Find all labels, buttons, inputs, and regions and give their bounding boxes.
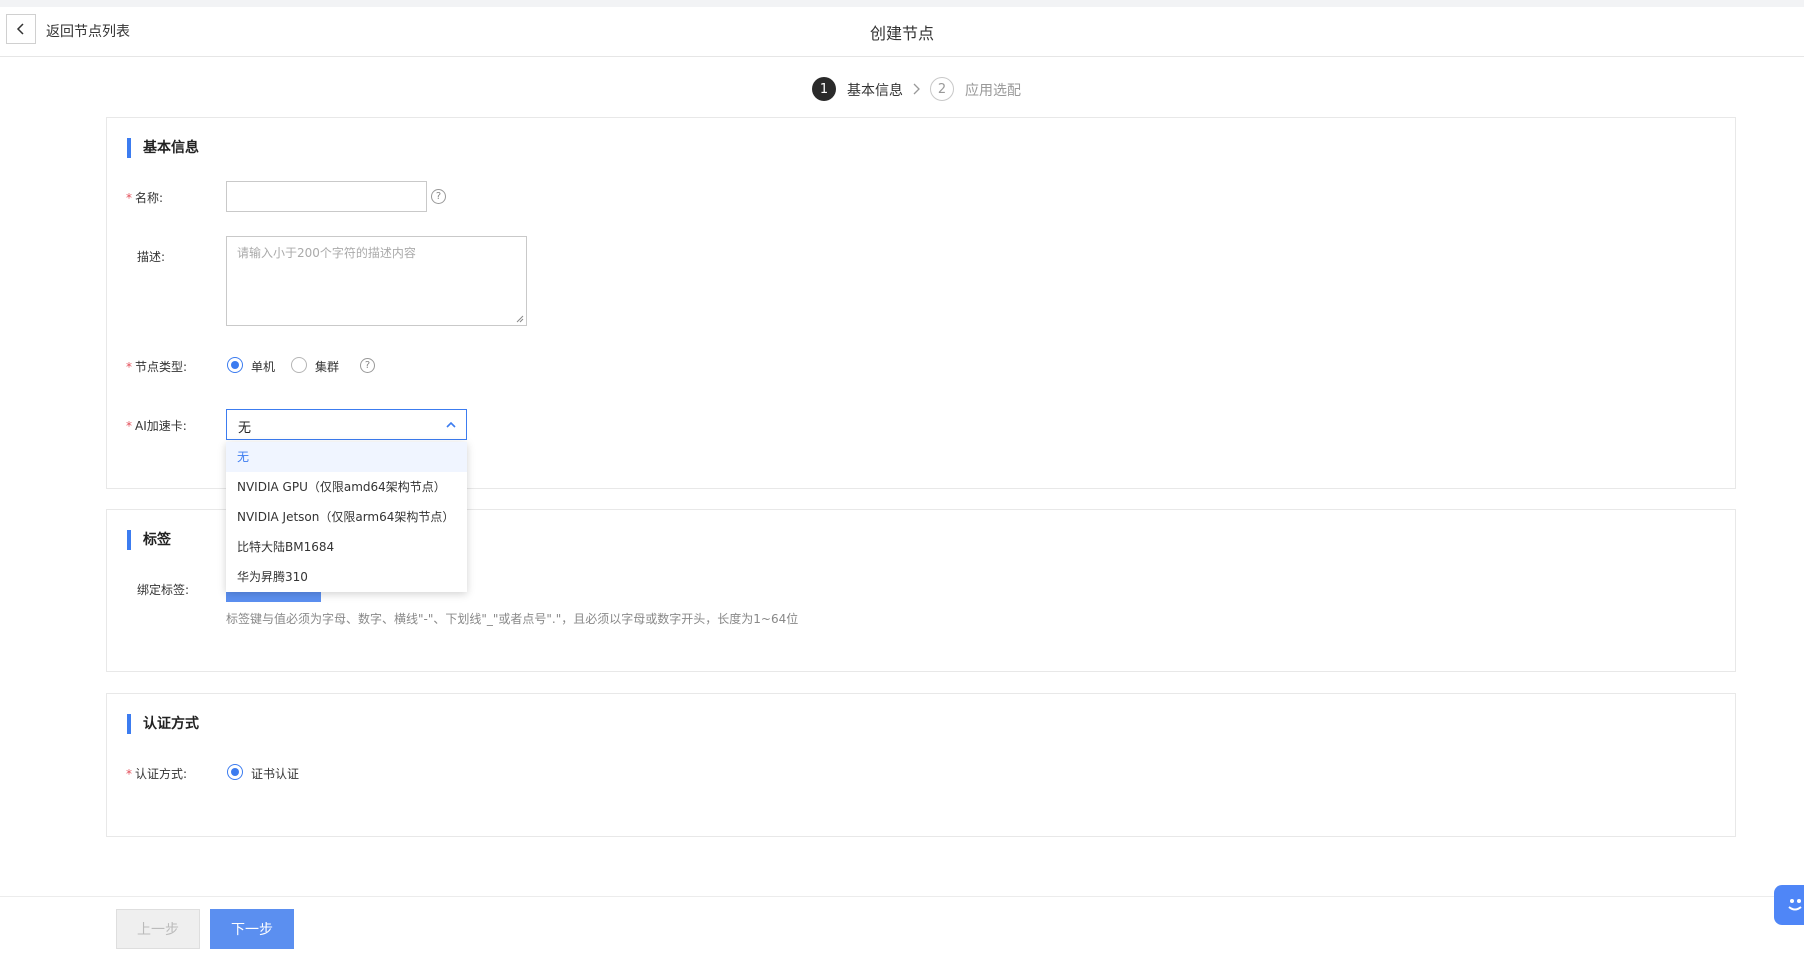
name-input[interactable] xyxy=(226,181,427,212)
description-label: 描述: xyxy=(137,250,166,264)
section-title-basic-info: 基本信息 xyxy=(127,138,199,158)
required-mark: * xyxy=(126,767,132,781)
section-title-tags: 标签 xyxy=(127,530,171,550)
ai-card-select[interactable]: 无 xyxy=(226,409,467,440)
dropdown-option[interactable]: 比特大陆BM1684 xyxy=(226,532,467,562)
help-icon[interactable]: ? xyxy=(431,189,446,204)
auth-method-label: * 认证方式: xyxy=(126,767,188,781)
step-1-number: 1 xyxy=(812,77,836,101)
required-mark: * xyxy=(126,419,132,433)
tag-hint: 标签键与值必须为字母、数字、横线"-"、下划线"_"或者点号"."，且必须以字母… xyxy=(226,612,799,626)
auth-card: 认证方式 xyxy=(106,693,1736,837)
radio-certificate-label: 证书认证 xyxy=(251,767,300,781)
help-icon[interactable]: ? xyxy=(360,358,375,373)
name-label: * 名称: xyxy=(126,191,164,205)
radio-certificate[interactable] xyxy=(227,764,243,780)
chat-widget-icon[interactable] xyxy=(1774,885,1804,925)
dropdown-option[interactable]: NVIDIA Jetson（仅限arm64架构节点） xyxy=(226,502,467,532)
section-title-auth: 认证方式 xyxy=(127,714,199,734)
stepper: 1 基本信息 2 应用选配 xyxy=(0,77,1804,101)
radio-cluster[interactable] xyxy=(291,357,307,373)
radio-cluster-label: 集群 xyxy=(315,360,340,374)
bind-tag-label: 绑定标签: xyxy=(137,583,190,597)
description-textarea[interactable]: 请输入小于200个字符的描述内容 xyxy=(226,236,527,326)
dropdown-option[interactable]: 华为昇腾310 xyxy=(226,562,467,592)
step-2-number: 2 xyxy=(930,77,954,101)
dropdown-option[interactable]: NVIDIA GPU（仅限amd64架构节点） xyxy=(226,472,467,502)
dropdown-option[interactable]: 无 xyxy=(226,442,467,472)
chevron-right-icon xyxy=(913,83,920,95)
next-step-button[interactable]: 下一步 xyxy=(210,909,294,949)
page-title: 创建节点 xyxy=(869,24,934,43)
node-type-label: * 节点类型: xyxy=(126,360,188,374)
required-mark: * xyxy=(126,191,132,205)
required-mark: * xyxy=(126,360,132,374)
footer-bar: 上一步 下一步 xyxy=(0,896,1804,956)
ai-card-dropdown: 无 NVIDIA GPU（仅限amd64架构节点） NVIDIA Jetson（… xyxy=(226,442,467,592)
description-placeholder: 请输入小于200个字符的描述内容 xyxy=(237,246,416,260)
radio-standalone[interactable] xyxy=(227,357,243,373)
ai-card-select-value: 无 xyxy=(238,421,252,436)
ai-card-label: * AI加速卡: xyxy=(126,419,187,433)
resize-handle-icon[interactable] xyxy=(516,315,524,323)
step-1-label: 基本信息 xyxy=(847,83,903,99)
radio-standalone-label: 单机 xyxy=(251,360,276,374)
chevron-up-icon xyxy=(446,421,456,428)
page-header: 返回节点列表 创建节点 xyxy=(0,7,1804,57)
prev-step-button[interactable]: 上一步 xyxy=(116,909,200,949)
top-strip xyxy=(0,0,1804,7)
step-2-label: 应用选配 xyxy=(965,83,1021,99)
chat-bot-icon xyxy=(1788,899,1802,911)
